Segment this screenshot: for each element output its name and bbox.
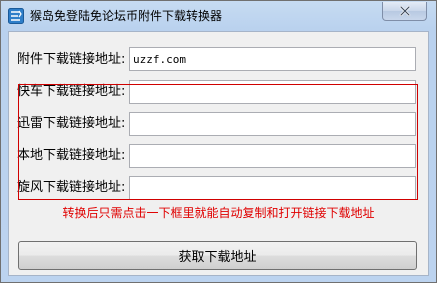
usage-hint: 转换后只需点击一下框里就能自动复制和打开链接下载地址 <box>62 206 375 220</box>
local-link-input[interactable] <box>129 144 416 168</box>
thunder-link-label: 迅雷下载链接地址: <box>17 116 126 131</box>
attachment-link-input[interactable] <box>129 47 416 71</box>
whirlwind-link-input[interactable] <box>129 176 416 200</box>
flashget-link-label: 快车下载链接地址: <box>17 84 126 99</box>
close-button[interactable] <box>382 2 427 21</box>
title-bar[interactable]: 猴岛免登陆免论坛币附件下载转换器 <box>1 1 436 31</box>
whirlwind-link-label: 旋风下载链接地址: <box>17 180 126 195</box>
close-icon <box>399 6 411 16</box>
flashget-link-input[interactable] <box>129 80 416 104</box>
app-logo-icon <box>8 8 24 24</box>
local-link-label: 本地下载链接地址: <box>17 148 126 163</box>
attachment-link-label: 附件下载链接地址: <box>17 52 126 67</box>
get-download-address-button[interactable]: 获取下载地址 <box>18 241 417 270</box>
app-window: 猴岛免登陆免论坛币附件下载转换器 附件下载链接地址: 快车下载链接地址: 迅雷下… <box>0 0 437 283</box>
main-panel: 附件下载链接地址: 快车下载链接地址: 迅雷下载链接地址: 本地下载链接地址: … <box>8 31 429 276</box>
window-title: 猴岛免登陆免论坛币附件下载转换器 <box>30 9 223 23</box>
thunder-link-input[interactable] <box>129 112 416 136</box>
